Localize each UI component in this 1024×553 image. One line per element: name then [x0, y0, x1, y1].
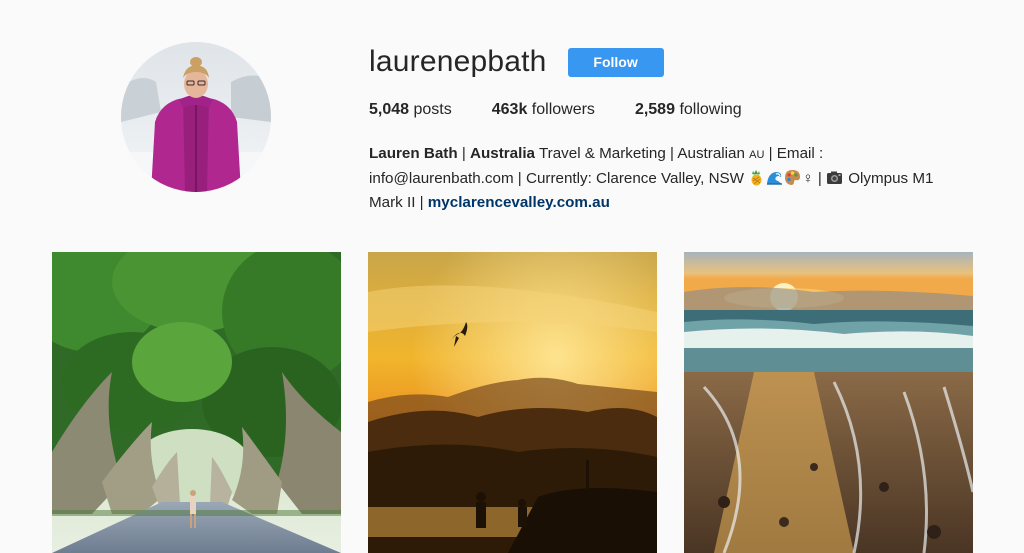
- following-count: 2,589: [634, 101, 675, 118]
- posts-count: 5,048: [369, 101, 410, 118]
- post-thumbnail-tree-tunnel[interactable]: [52, 252, 341, 553]
- au-flag: AU: [749, 149, 765, 161]
- profile-info: laurenepbath Follow 5,048 posts 463k fol…: [369, 40, 969, 215]
- posts-stat: 5,048 posts: [369, 101, 452, 119]
- wave-icon: [766, 169, 783, 186]
- pineapple-icon: [748, 169, 765, 186]
- profile-bio: Lauren Bath | Australia Travel & Marketi…: [369, 142, 969, 215]
- palette-icon: [784, 169, 801, 186]
- bio-separator: |: [457, 145, 470, 162]
- followers-stat[interactable]: 463k followers: [492, 101, 595, 119]
- gender-symbol: ♀: [802, 170, 814, 187]
- follow-button[interactable]: Follow: [567, 47, 664, 77]
- camera-icon: [826, 169, 843, 186]
- following-stat[interactable]: 2,589 following: [635, 101, 742, 119]
- website-link[interactable]: myclarencevalley.com.au: [428, 194, 610, 211]
- posts-label: posts: [413, 101, 452, 118]
- bio-location: Australia: [470, 145, 535, 162]
- following-label: following: [679, 101, 742, 118]
- profile-avatar[interactable]: [121, 42, 271, 192]
- post-thumbnail-beach-sunrise[interactable]: [684, 252, 973, 553]
- bio-text-1: Travel & Marketing | Australian: [535, 145, 750, 162]
- post-thumbnail-sunset-bird[interactable]: [368, 252, 657, 553]
- bio-name: Lauren Bath: [369, 145, 458, 162]
- profile-header: laurenepbath Follow: [369, 40, 969, 84]
- followers-label: followers: [531, 101, 595, 118]
- profile-stats: 5,048 posts 463k followers 2,589 followi…: [369, 98, 969, 122]
- username: laurenepbath: [369, 45, 547, 78]
- followers-count: 463k: [491, 101, 528, 118]
- bio-text-3: |: [813, 170, 827, 187]
